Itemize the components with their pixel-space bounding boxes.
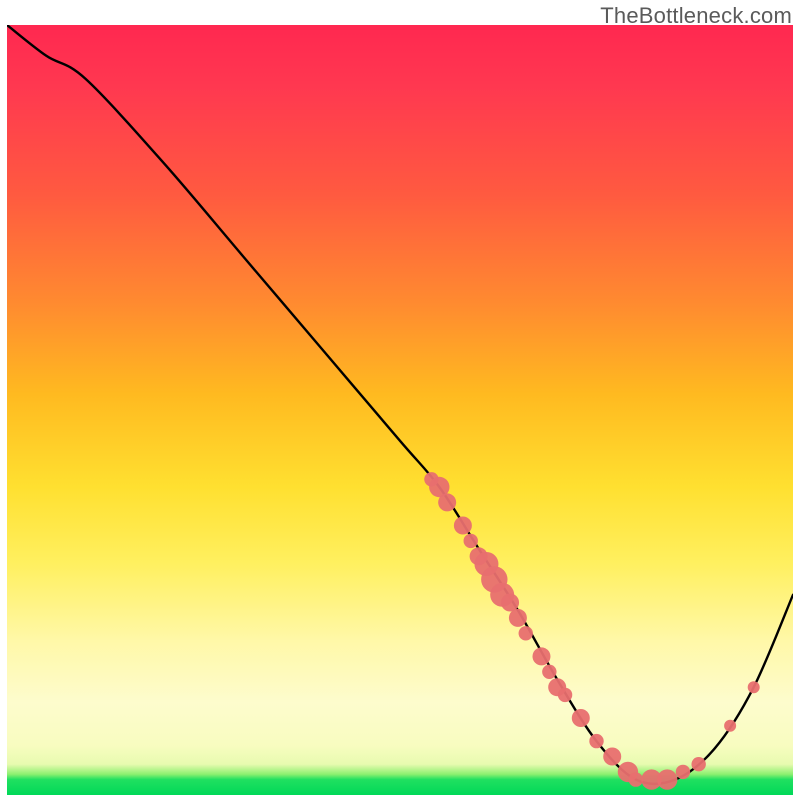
- data-marker: [589, 734, 603, 748]
- data-marker: [724, 720, 736, 732]
- data-marker: [748, 681, 760, 693]
- curve-path: [7, 25, 793, 784]
- watermark-text: TheBottleneck.com: [600, 3, 792, 29]
- data-marker: [501, 594, 519, 612]
- data-marker: [603, 748, 621, 766]
- data-marker: [691, 757, 705, 771]
- data-marker: [509, 609, 527, 627]
- chart-container: TheBottleneck.com: [0, 0, 800, 800]
- data-marker: [464, 534, 478, 548]
- data-marker: [558, 688, 572, 702]
- data-markers: [424, 472, 759, 790]
- data-marker: [438, 493, 456, 511]
- data-marker: [657, 769, 677, 789]
- data-marker: [629, 772, 643, 786]
- data-marker: [542, 665, 556, 679]
- data-marker: [676, 765, 690, 779]
- plot-area: [7, 25, 793, 795]
- data-marker: [532, 647, 550, 665]
- data-marker: [572, 709, 590, 727]
- line-chart-svg: [7, 25, 793, 795]
- data-marker: [454, 517, 472, 535]
- data-marker: [519, 626, 533, 640]
